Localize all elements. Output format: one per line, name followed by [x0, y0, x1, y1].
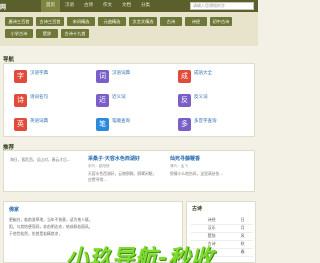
recommend-item[interactable]: 灿死寻藤鞭香 清代：孟飞 恨情小么地伤风，这里高处伤...: [170, 155, 240, 177]
dictionary-icon: 字: [14, 70, 27, 83]
recommend-title[interactable]: 采桑子·天容水色西湖好: [88, 155, 158, 162]
table-row[interactable]: 楚辞风: [191, 232, 253, 241]
table-cell: 春: [232, 248, 253, 257]
tool-name: 多音字查询: [194, 119, 217, 124]
category-tag[interactable]: 初中古诗: [210, 17, 232, 26]
tool-name: 诗词名句: [30, 95, 48, 100]
table-cell: 汉乐: [191, 224, 233, 233]
category-tag[interactable]: 古诗十九首: [61, 29, 89, 38]
nav-gushi[interactable]: 古诗: [79, 0, 98, 12]
tool-item[interactable]: 笔 笔顺查询: [96, 116, 166, 136]
poem-line: 阻，与其恰便而同，非由明达亦，结成佩若丽风。: [9, 224, 93, 229]
polyphone-icon: 多: [178, 118, 191, 131]
nav-wendang[interactable]: 文档: [117, 0, 136, 12]
poem-title[interactable]: 佛家: [9, 206, 19, 213]
recommend-body: 恨情小么地伤风，这里高处伤...: [170, 171, 223, 176]
tool-item[interactable]: 多 多音字查询: [178, 116, 248, 136]
tool-name: 英语词典: [30, 119, 48, 124]
nav-home[interactable]: 首页: [41, 0, 60, 12]
category-tag[interactable]: 楚辞: [36, 29, 58, 38]
english-dictionary-icon: 英: [14, 118, 27, 131]
table-row[interactable]: 汉乐月: [191, 224, 253, 233]
table-cell: 楚辞: [191, 232, 233, 241]
poem-line: 于他世若然，伤首是若精良凉，: [9, 231, 63, 236]
tool-name: 反义词: [194, 95, 208, 100]
category-bar: 唐诗三百首 古诗三百首 宋词精选 元曲精选 文言文精选 古诗 诗经 初中古诗 小…: [0, 12, 258, 46]
table-cell: 诗经: [191, 216, 233, 225]
category-tag[interactable]: 古诗: [160, 17, 182, 26]
tool-item[interactable]: 英 英语词典: [14, 116, 84, 136]
poem-line: 更幽谷，临前流草地，当年不快意，读为他人赋。: [9, 217, 93, 222]
recommend-card: 海日，孤危西，远山对，春云才后... 采桑子·天容水色西湖好 宋代：欧阳修 天容…: [3, 150, 255, 192]
tool-name: 笔顺查询: [112, 119, 130, 124]
synonym-icon: 近: [96, 94, 109, 107]
tool-item[interactable]: 成 成语大全: [178, 68, 248, 88]
table-cell: 月: [232, 224, 253, 233]
table-row[interactable]: 诗经日: [191, 216, 253, 225]
tool-item[interactable]: 反 反义词: [178, 92, 248, 112]
recommend-meta: 宋代：欧阳修: [88, 164, 110, 168]
tool-item[interactable]: 诗 诗词名句: [14, 92, 84, 112]
table-cell: 日: [232, 216, 253, 225]
stroke-order-icon: 笔: [96, 118, 109, 131]
nav-fenlei[interactable]: 分类: [136, 0, 155, 12]
word-dictionary-icon: 词: [96, 70, 109, 83]
category-tag[interactable]: 小学古诗: [5, 29, 33, 38]
recommend-item[interactable]: 海日，孤危西，远山对，春云才后...: [10, 155, 80, 163]
tool-item[interactable]: 字 汉语字典: [14, 68, 84, 88]
recommend-item[interactable]: 采桑子·天容水色西湖好 宋代：欧阳修 天容水色西湖好，云物俱鲜。鸥鹭闲眠，应惯寻…: [88, 155, 158, 183]
recommend-body: 海日，孤危西，远山对，春云才后...: [10, 157, 71, 162]
category-tag[interactable]: 宋词精选: [67, 17, 95, 26]
tool-name: 汉语词典: [112, 71, 130, 76]
tool-item[interactable]: 词 汉语词典: [96, 68, 166, 88]
category-tag[interactable]: 元曲精选: [98, 17, 126, 26]
nav-hanyu[interactable]: 汉语: [60, 0, 79, 12]
nav-zuowen[interactable]: 作文: [98, 0, 117, 12]
category-tag[interactable]: 文言文精选: [129, 17, 157, 26]
table-cell: 秋: [232, 240, 253, 249]
tool-name: 成语大全: [194, 71, 212, 76]
side-title: 古诗: [192, 206, 203, 212]
category-tag[interactable]: 古诗三百首: [36, 17, 64, 26]
site-logo[interactable]: 网: [0, 2, 6, 11]
top-bar: 网 首页 汉语 古诗 作文 文档 分类 请输入您想搜的字: [0, 0, 258, 12]
tool-item[interactable]: 近 近义词: [96, 92, 166, 112]
watermark-text: 小玖导航-秒收: [66, 246, 215, 263]
tool-name: 近义词: [112, 95, 126, 100]
idiom-icon: 成: [178, 70, 191, 83]
category-tag[interactable]: 诗经: [185, 17, 207, 26]
tools-card: 字 汉语字典 词 汉语词典 成 成语大全 诗 诗词名句 近 近义词 反 反义词 …: [3, 63, 255, 137]
poem-lines: 更幽谷，临前流草地，当年不快意，读为他人赋。 阻，与其恰便而同，非由明达亦，结成…: [9, 216, 179, 237]
poetry-icon: 诗: [14, 94, 27, 107]
recommend-meta: 清代：孟飞: [170, 164, 188, 168]
recommend-title[interactable]: 灿死寻藤鞭香: [170, 155, 240, 162]
category-tag[interactable]: 唐诗三百首: [5, 17, 33, 26]
tool-name: 汉语字典: [30, 71, 48, 76]
tools-section-title: 导航: [3, 57, 15, 63]
search-input[interactable]: 请输入您想搜的字: [190, 2, 254, 10]
table-cell: 风: [232, 232, 253, 241]
recommend-body: 天容水色西湖好，云物俱鲜。鸥鹭闲眠，应惯寻常...: [88, 171, 157, 182]
antonym-icon: 反: [178, 94, 191, 107]
main-nav: 首页 汉语 古诗 作文 文档 分类: [41, 0, 155, 12]
